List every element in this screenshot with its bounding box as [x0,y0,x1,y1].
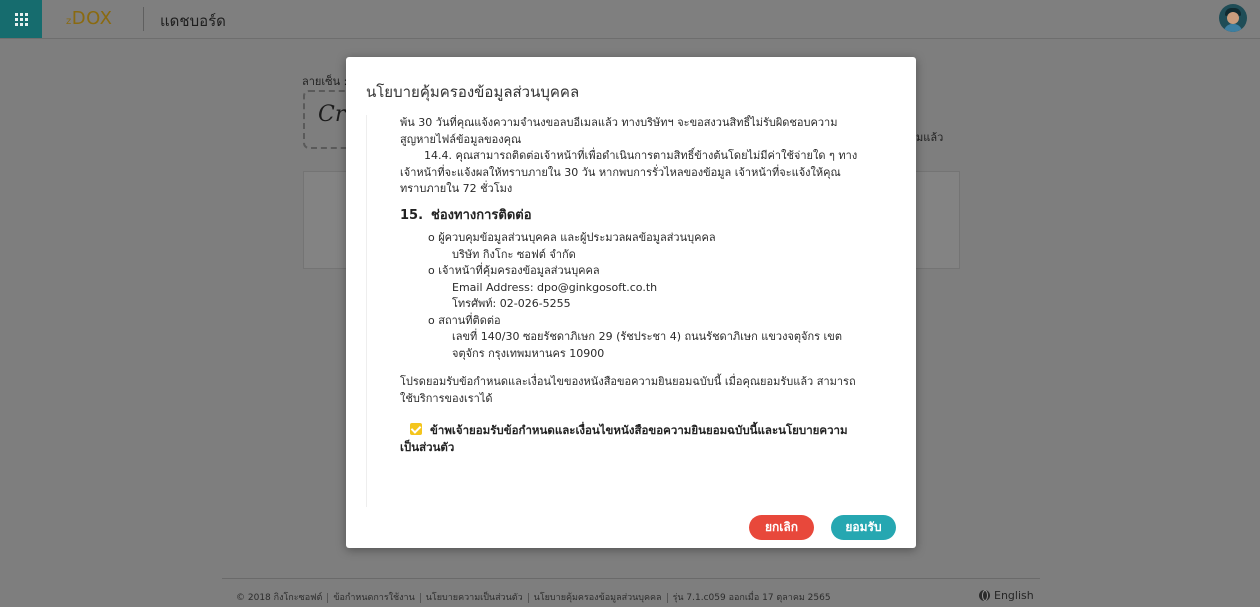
contact-email: Email Address: dpo@ginkgosoft.co.th [452,280,658,294]
contact-company: บริษัท กิงโกะ ซอฟต์ จำกัด [452,247,576,261]
agree-label: ข้าพเจ้ายอมรับข้อกำหนดและเงื่อนไขหนังสือ… [400,423,848,454]
divider [143,7,144,31]
app-logo[interactable]: zDOX [66,8,112,29]
footer-privacy-link[interactable]: นโยบายความเป็นส่วนตัว [426,593,523,603]
footer-divider [222,578,1040,579]
background-status-text: มแล้ว [916,131,944,144]
contact-address-label: o สถานที่ติดต่อ [428,313,501,327]
consent-text: โปรดยอมรับข้อกำหนดและเงื่อนไขของหนังสือข… [400,375,856,405]
cancel-button[interactable]: ยกเลิก [749,515,814,540]
section-number: 15. [400,207,424,223]
section-heading: 15. ช่องทางการติดต่อ [400,208,865,225]
policy-paragraph-retention: พ้น 30 วันที่คุณแจ้งความจำนงขอลบอีเมลแล้… [400,116,838,146]
footer-copyright: © 2018 กิงโกะซอฟต์ [236,593,323,603]
agree-row[interactable]: ข้าพเจ้ายอมรับข้อกำหนดและเงื่อนไขหนังสือ… [400,422,865,456]
accept-button[interactable]: ยอมรับ [831,515,896,540]
section-title: ช่องทางการติดต่อ [431,207,532,223]
top-bar: zDOX แดชบอร์ด [0,0,1260,39]
signature-label: ลายเซ็น : [302,75,348,88]
page-title: แดชบอร์ด [160,12,226,30]
modal-title: นโยบายคุ้มครองข้อมูลส่วนบุคคล [366,83,580,101]
language-label: English [994,589,1034,602]
avatar[interactable] [1219,4,1247,32]
language-switcher[interactable]: English [979,589,1034,602]
contact-dpo-label: o เจ้าหน้าที่คุ้มครองข้อมูลส่วนบุคคล [428,264,600,277]
agree-checkbox[interactable] [410,423,422,435]
footer: © 2018 กิงโกะซอฟต์ ข้อกำหนดการใช้งาน นโยบา… [236,590,831,604]
policy-paragraph-14-4: 14.4. คุณสามารถติดต่อเจ้าหน้าที่เพื่อดำเ… [400,149,858,195]
modal-scroll-body[interactable]: พ้น 30 วันที่คุณแจ้งความจำนงขอลบอีเมลแล้… [366,115,897,507]
grid-icon [14,12,28,26]
footer-terms-link[interactable]: ข้อกำหนดการใช้งาน [333,593,414,603]
contact-address: เลขที่ 140/30 ซอยรัชดาภิเษก 29 (รัชประชา… [452,330,842,360]
contact-controller-label: o ผู้ควบคุมข้อมูลส่วนบุคคล และผู้ประมวลผ… [428,231,716,244]
footer-version: รุ่น 7.1.c059 ออกเมื่อ 17 ตุลาคม 2565 [672,593,831,603]
signature-sample: Cr [318,102,346,127]
globe-icon [979,590,990,601]
contact-list: o ผู้ควบคุมข้อมูลส่วนบุคคล และผู้ประมวลผ… [400,230,865,362]
contact-phone: โทรศัพท์: 02-026-5255 [452,297,571,310]
footer-pdpa-link[interactable]: นโยบายคุ้มครองข้อมูลส่วนบุคคล [534,593,662,603]
privacy-policy-modal: นโยบายคุ้มครองข้อมูลส่วนบุคคล พ้น 30 วัน… [346,57,916,548]
apps-menu-button[interactable] [0,0,42,38]
policy-document: พ้น 30 วันที่คุณแจ้งความจำนงขอลบอีเมลแล้… [400,115,865,456]
